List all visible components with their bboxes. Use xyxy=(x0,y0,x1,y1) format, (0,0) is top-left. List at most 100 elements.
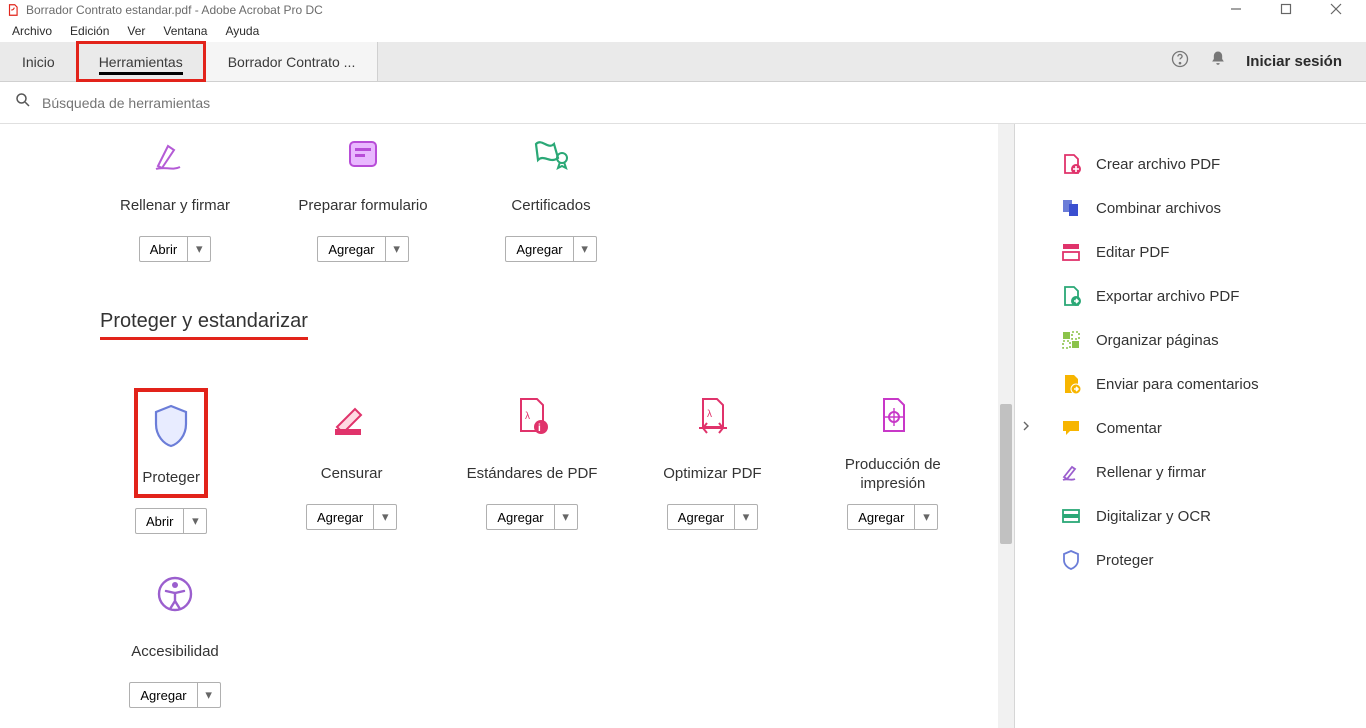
tool-open-button[interactable]: Abrir ▾ xyxy=(135,508,207,534)
tool-add-button[interactable]: Agregar ▾ xyxy=(667,504,758,530)
shortcut-label: Proteger xyxy=(1096,552,1154,569)
menu-window[interactable]: Ventana xyxy=(155,22,215,40)
menu-view[interactable]: Ver xyxy=(119,22,153,40)
shortcut-fill-sign[interactable]: Rellenar y firmar xyxy=(1054,450,1356,494)
tool-certificates[interactable]: Certificados Agregar ▾ xyxy=(466,124,636,276)
chevron-down-icon[interactable]: ▾ xyxy=(188,237,210,261)
combine-icon xyxy=(1060,197,1082,219)
open-label: Abrir xyxy=(140,237,188,261)
pdf-standards-icon: λi xyxy=(504,388,560,444)
menu-edit[interactable]: Edición xyxy=(62,22,117,40)
sign-in-link[interactable]: Iniciar sesión xyxy=(1246,53,1342,70)
menubar: Archivo Edición Ver Ventana Ayuda xyxy=(0,20,1366,42)
workspace: Rellenar y firmar Abrir ▾ Preparar formu… xyxy=(0,124,1366,728)
section-protect-standardize: Proteger y estandarizar xyxy=(100,310,974,358)
tab-tools[interactable]: Herramientas xyxy=(77,42,205,81)
tool-accessibility[interactable]: Accesibilidad Agregar ▾ xyxy=(90,558,260,722)
tool-add-button[interactable]: Agregar ▾ xyxy=(129,682,220,708)
tab-file-label: Borrador Contrato ... xyxy=(228,54,356,70)
menu-file[interactable]: Archivo xyxy=(4,22,60,40)
accessibility-icon xyxy=(147,566,203,622)
chevron-down-icon[interactable]: ▾ xyxy=(735,505,757,529)
chevron-down-icon[interactable]: ▾ xyxy=(184,509,206,533)
search-icon xyxy=(14,91,32,114)
tool-censor[interactable]: Censurar Agregar ▾ xyxy=(270,380,432,548)
tool-label: Optimizar PDF xyxy=(663,454,761,494)
tool-add-button[interactable]: Agregar ▾ xyxy=(505,236,596,262)
tool-add-button[interactable]: Agregar ▾ xyxy=(486,504,577,530)
menu-help[interactable]: Ayuda xyxy=(217,22,267,40)
tools-row: Rellenar y firmar Abrir ▾ Preparar formu… xyxy=(90,124,974,276)
prepare-form-icon xyxy=(335,132,391,176)
edit-pdf-icon xyxy=(1060,241,1082,263)
censor-icon xyxy=(324,388,380,444)
add-label: Agregar xyxy=(487,505,554,529)
send-comments-icon xyxy=(1060,373,1082,395)
shortcut-export-pdf[interactable]: Exportar archivo PDF xyxy=(1054,274,1356,318)
search-input[interactable] xyxy=(42,95,442,111)
fill-sign-icon xyxy=(147,132,203,176)
scrollbar-thumb[interactable] xyxy=(1000,404,1012,544)
svg-text:i: i xyxy=(538,423,541,434)
scrollbar[interactable] xyxy=(998,124,1014,728)
print-production-icon xyxy=(865,388,921,444)
chevron-down-icon[interactable]: ▾ xyxy=(374,505,396,529)
tab-file[interactable]: Borrador Contrato ... xyxy=(205,42,379,81)
tool-optimize-pdf[interactable]: λ Optimizar PDF Agregar ▾ xyxy=(631,380,793,548)
shield-icon xyxy=(143,398,199,454)
tool-add-button[interactable]: Agregar ▾ xyxy=(306,504,397,530)
tab-tools-label: Herramientas xyxy=(99,54,183,70)
scan-ocr-icon xyxy=(1060,505,1082,527)
certificates-icon xyxy=(523,132,579,176)
right-panel: Crear archivo PDF Combinar archivos Edit… xyxy=(1036,124,1366,728)
maximize-button[interactable] xyxy=(1272,3,1300,18)
svg-text:λ: λ xyxy=(707,409,712,420)
shortcut-protect[interactable]: Proteger xyxy=(1054,538,1356,582)
shortcut-label: Editar PDF xyxy=(1096,244,1169,261)
tool-fill-sign[interactable]: Rellenar y firmar Abrir ▾ xyxy=(90,124,260,276)
minimize-button[interactable] xyxy=(1222,3,1250,18)
shortcut-send-comments[interactable]: Enviar para comentarios xyxy=(1054,362,1356,406)
searchbar xyxy=(0,82,1366,124)
bell-icon[interactable] xyxy=(1208,49,1228,74)
add-label: Agregar xyxy=(130,683,197,707)
shortcut-scan-ocr[interactable]: Digitalizar y OCR xyxy=(1054,494,1356,538)
shortcut-combine[interactable]: Combinar archivos xyxy=(1054,186,1356,230)
shortcut-label: Comentar xyxy=(1096,420,1162,437)
chevron-down-icon[interactable]: ▾ xyxy=(386,237,408,261)
tool-protect[interactable]: Proteger Abrir ▾ xyxy=(90,380,252,548)
add-label: Agregar xyxy=(668,505,735,529)
tools-area: Rellenar y firmar Abrir ▾ Preparar formu… xyxy=(0,124,1014,728)
shortcut-create-pdf[interactable]: Crear archivo PDF xyxy=(1054,142,1356,186)
export-pdf-icon xyxy=(1060,285,1082,307)
tab-home[interactable]: Inicio xyxy=(0,42,77,81)
tool-pdf-standards[interactable]: λi Estándares de PDF Agregar ▾ xyxy=(451,380,613,548)
tool-label: Proteger xyxy=(142,464,200,492)
help-icon[interactable] xyxy=(1170,49,1190,74)
shortcut-label: Organizar páginas xyxy=(1096,332,1219,349)
chevron-down-icon[interactable]: ▾ xyxy=(555,505,577,529)
chevron-down-icon[interactable]: ▾ xyxy=(915,505,937,529)
tool-open-button[interactable]: Abrir ▾ xyxy=(139,236,211,262)
window-controls xyxy=(1222,3,1360,18)
tool-add-button[interactable]: Agregar ▾ xyxy=(847,504,938,530)
close-button[interactable] xyxy=(1322,3,1350,18)
tools-row: Proteger Abrir ▾ Censurar Agregar ▾ xyxy=(90,380,974,548)
tool-prepare-form[interactable]: Preparar formulario Agregar ▾ xyxy=(278,124,448,276)
tool-print-production[interactable]: Producción de impresión Agregar ▾ xyxy=(812,380,974,548)
shortcut-label: Combinar archivos xyxy=(1096,200,1221,217)
shield-icon xyxy=(1060,549,1082,571)
svg-text:λ: λ xyxy=(525,411,530,422)
shortcut-comment[interactable]: Comentar xyxy=(1054,406,1356,450)
chevron-down-icon[interactable]: ▾ xyxy=(198,683,220,707)
chevron-down-icon[interactable]: ▾ xyxy=(574,237,596,261)
shortcut-label: Rellenar y firmar xyxy=(1096,464,1206,481)
shortcut-edit-pdf[interactable]: Editar PDF xyxy=(1054,230,1356,274)
tool-label: Censurar xyxy=(321,454,383,494)
shortcut-label: Enviar para comentarios xyxy=(1096,376,1259,393)
optimize-pdf-icon: λ xyxy=(684,388,740,444)
collapse-rail[interactable] xyxy=(1014,124,1036,728)
shortcut-organize[interactable]: Organizar páginas xyxy=(1054,318,1356,362)
tool-add-button[interactable]: Agregar ▾ xyxy=(317,236,408,262)
add-label: Agregar xyxy=(506,237,573,261)
